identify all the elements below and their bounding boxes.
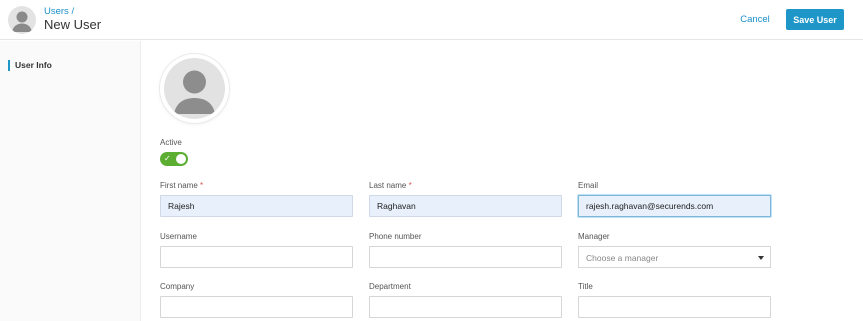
- first-name-label: First name *: [160, 181, 204, 190]
- email-field[interactable]: [578, 195, 771, 217]
- department-field[interactable]: [369, 296, 562, 318]
- department-label: Department: [369, 282, 411, 291]
- sidebar-item-user-info[interactable]: User Info: [8, 60, 52, 71]
- email-label: Email: [578, 181, 599, 190]
- title-field[interactable]: [578, 296, 771, 318]
- save-user-button[interactable]: Save User: [786, 9, 844, 30]
- user-avatar-icon: [8, 6, 36, 34]
- active-toggle[interactable]: ✓: [160, 152, 188, 166]
- page-title: New User: [44, 17, 102, 32]
- first-name-field[interactable]: [160, 195, 353, 217]
- phone-field[interactable]: [369, 246, 562, 268]
- chevron-down-icon: [758, 256, 764, 260]
- top-header: Users / New User Cancel Save User: [0, 0, 863, 40]
- breadcrumb-users[interactable]: Users /: [44, 6, 74, 17]
- profile-photo[interactable]: [160, 54, 229, 123]
- title-label: Title: [578, 282, 593, 291]
- manager-label: Manager: [578, 232, 610, 241]
- last-name-label: Last name *: [369, 181, 412, 190]
- required-marker: *: [408, 181, 412, 190]
- active-label: Active: [160, 138, 182, 147]
- username-label: Username: [160, 232, 197, 241]
- main-panel: [142, 41, 863, 321]
- company-field[interactable]: [160, 296, 353, 318]
- manager-placeholder: Choose a manager: [586, 253, 659, 263]
- sidebar: User Info: [0, 41, 141, 321]
- company-label: Company: [160, 282, 195, 291]
- manager-select[interactable]: Choose a manager: [578, 246, 771, 268]
- last-name-field[interactable]: [369, 195, 562, 217]
- required-marker: *: [200, 181, 204, 190]
- toggle-knob: [176, 154, 186, 164]
- check-icon: ✓: [164, 154, 171, 163]
- phone-label: Phone number: [369, 232, 422, 241]
- cancel-button[interactable]: Cancel: [732, 9, 778, 30]
- username-field[interactable]: [160, 246, 353, 268]
- user-silhouette-icon: [164, 58, 225, 119]
